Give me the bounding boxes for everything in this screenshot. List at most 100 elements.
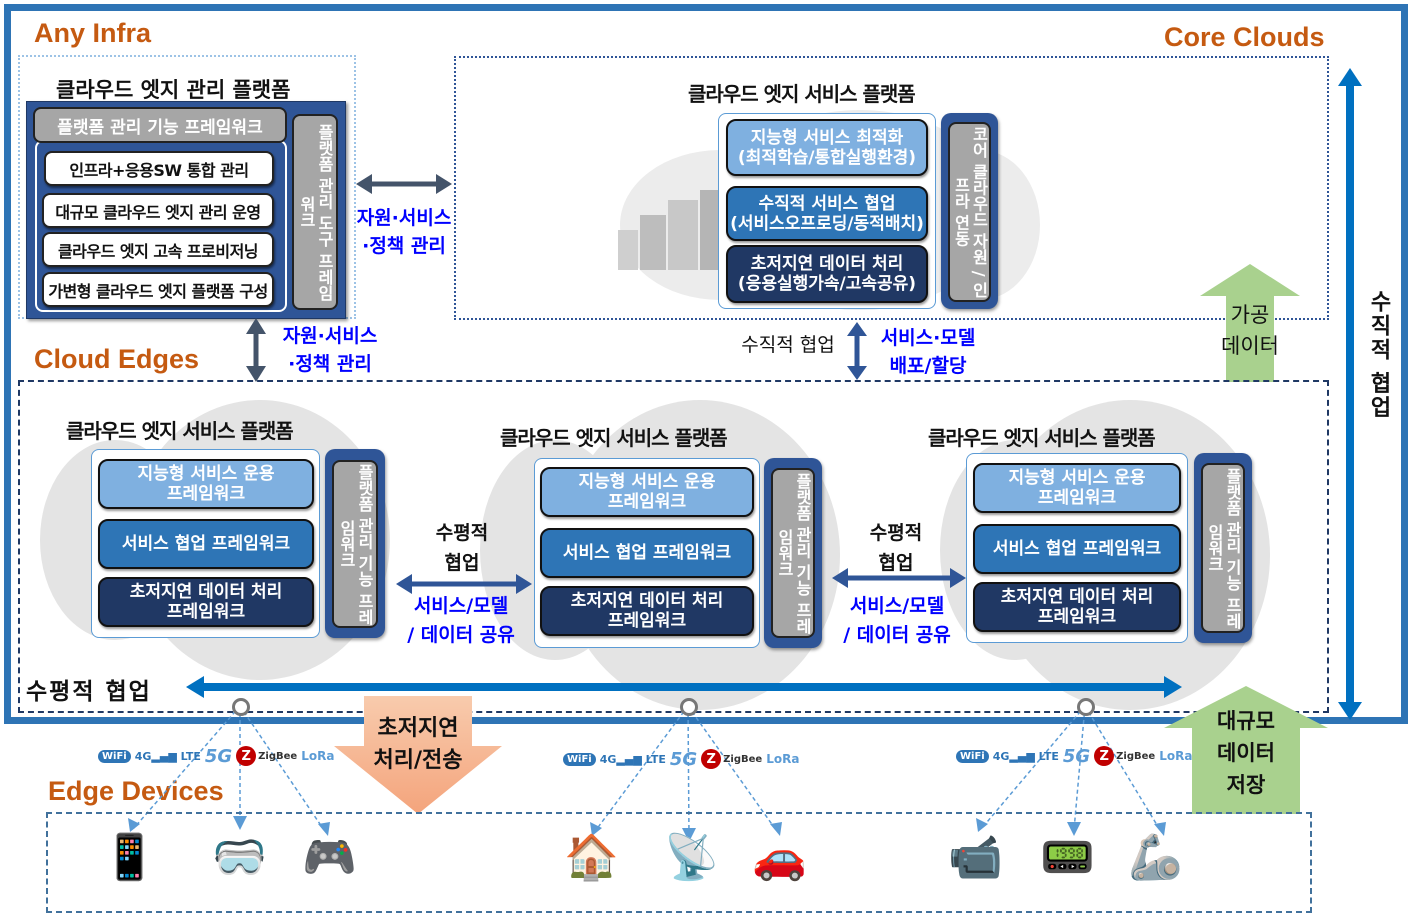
share-2a: 서비스/모델: [849, 595, 945, 617]
layer-line: 수직적 서비스 협업: [758, 193, 896, 214]
4g-text: 4G: [134, 749, 152, 763]
share-2b: / 데이터 공유: [843, 624, 951, 646]
cctv-camera-icon: 📹: [948, 832, 1003, 883]
edge-platform-3-title: 클라우드 엣지 서비스 플랫폼: [928, 426, 1156, 450]
zigbee-text: ZigBee: [258, 750, 298, 762]
layer-line: 프레임워크: [607, 611, 687, 631]
mgmt-core-label-1: 자원·서비스: [356, 207, 452, 229]
horizontal-arrow-2: [832, 568, 966, 588]
section-title-any-infra: Any Infra: [34, 18, 152, 48]
zigbee-logo: Z: [236, 746, 257, 766]
edge-3-layer-low-latency: 초저지연 데이터 처리 프레임워크: [973, 582, 1181, 632]
processed-data-label-2: 데이터: [1221, 334, 1279, 358]
lte-text: LTE: [1038, 749, 1059, 763]
5g-icon: 5G: [669, 748, 698, 770]
edge-2-layer-low-latency: 초저지연 데이터 처리 프레임워크: [540, 586, 754, 636]
vertical-collaboration-label: 수직적 협업: [1366, 290, 1391, 420]
mgmt-item-integrated: 인프라+응용SW 통합 관리: [44, 151, 274, 186]
mgmt-item-operation: 대규모 클라우드 엣지 관리 운영: [42, 193, 274, 228]
game-console-icon: 🎮: [302, 832, 357, 883]
layer-line: 초저지연 데이터 처리: [750, 254, 904, 274]
core-cloud-resource-link: 코어 클라우드 자원 / 인프라 연동: [948, 122, 991, 302]
processed-data-label-1: 가공: [1230, 303, 1270, 327]
section-title-cloud-edges: Cloud Edges: [34, 344, 200, 374]
horizontal-collab-1a: 수평적: [435, 522, 489, 544]
zigbee-text: ZigBee: [723, 753, 763, 765]
layer-line: 지능형 서비스 운용: [137, 464, 275, 484]
layer-line: 지능형 서비스 운용: [1008, 468, 1146, 488]
core-layer-vertical-collaboration: 수직적 서비스 협업 (서비스오프로딩/동적배치): [726, 186, 928, 241]
edge-3-layer-collaboration: 서비스 협업 프레임워크: [973, 524, 1181, 574]
hub-node-1: [232, 698, 250, 716]
edge-platform-1-title: 클라우드 엣지 서비스 플랫폼: [66, 419, 294, 443]
connected-cars-icon: 🚗: [752, 832, 807, 883]
lte-icon: 4G▂▄▆ LTE: [599, 752, 666, 766]
edge-2-layer-collaboration: 서비스 협업 프레임워크: [540, 528, 754, 578]
management-platform-title: 클라우드 엣지 관리 플랫폼: [56, 78, 291, 102]
mgmt-core-label-2: ·정책 관리: [362, 235, 446, 257]
4g-text: 4G: [992, 749, 1010, 763]
hub-node-3: [1077, 698, 1095, 716]
lte-text: LTE: [645, 752, 666, 766]
share-1a: 서비스/모델: [413, 595, 509, 617]
vr-headset-icon: 🥽: [212, 832, 267, 883]
layer-line: 프레임워크: [607, 492, 687, 512]
edge-3-mgmt-framework: 플랫폼 관리 기능 프레임워크: [1201, 463, 1245, 633]
layer-line: 서비스 협업 프레임워크: [992, 539, 1162, 559]
lora-icon: LoRa: [301, 749, 335, 763]
edge-3-layer-intelligent: 지능형 서비스 운용 프레임워크: [973, 463, 1181, 513]
lora-icon: LoRa: [766, 752, 800, 766]
share-1b: / 데이터 공유: [407, 624, 515, 646]
wifi-icon: WiFi: [98, 749, 131, 763]
section-title-core-clouds: Core Clouds: [1164, 22, 1325, 52]
protocol-strip-2: WiFi 4G▂▄▆ LTE 5G Z ZigBee LoRa: [563, 746, 799, 772]
core-edge-arrow: [847, 322, 867, 380]
mgmt-item-provisioning: 클라우드 엣지 고속 프로비저닝: [42, 232, 274, 267]
core-layer-intelligent-optimization: 지능형 서비스 최적화 (최적학습/통합실행환경): [726, 119, 928, 176]
layer-line: 프레임워크: [1037, 488, 1117, 508]
wifi-icon: WiFi: [956, 749, 989, 763]
mgmt-item-variable-config: 가변형 클라우드 엣지 플랫폼 구성: [42, 272, 274, 307]
hub-node-2: [680, 698, 698, 716]
layer-line: 서비스 협업 프레임워크: [121, 534, 291, 554]
layer-line: 프레임워크: [166, 602, 246, 622]
layer-line: (최적학습/통합실행환경): [737, 147, 917, 168]
robot-sensor-icon: 📡: [664, 832, 719, 883]
layer-line: 지능형 서비스 최적화: [750, 127, 904, 148]
edge-platform-2-title: 클라우드 엣지 서비스 플랫폼: [500, 426, 728, 450]
layer-line: 초저지연 데이터 처리: [129, 582, 283, 602]
edge-1-layer-intelligent: 지능형 서비스 운용 프레임워크: [98, 459, 314, 509]
lte-text: LTE: [180, 749, 201, 763]
5g-icon: 5G: [1062, 745, 1091, 767]
platform-management-framework-header: 플랫폼 관리 기능 프레임워크: [33, 107, 287, 143]
smart-home-icon: 🏠: [564, 832, 619, 883]
edge-2-mgmt-framework: 플랫폼 관리 기능 프레임워크: [771, 468, 815, 638]
4g-text: 4G: [599, 752, 617, 766]
mgmt-edge-arrow: [246, 318, 266, 382]
edge-1-mgmt-framework: 플랫폼 관리 기능 프레임워크: [332, 460, 378, 628]
mgmt-edge-label-1: 자원·서비스: [282, 325, 378, 347]
core-layer-low-latency: 초저지연 데이터 처리 (응용실행가속/고속공유): [726, 245, 928, 303]
mgmt-core-arrow: [356, 174, 452, 194]
lora-icon: LoRa: [1159, 749, 1193, 763]
horizontal-collab-2a: 수평적: [869, 522, 923, 544]
mgmt-edge-label-2: ·정책 관리: [288, 353, 372, 375]
layer-line: 프레임워크: [1037, 607, 1117, 627]
lte-icon: 4G▂▄▆ LTE: [134, 749, 201, 763]
layer-line: 서비스 협업 프레임워크: [562, 543, 732, 563]
vertical-collab-label: 수직적 협업: [741, 334, 835, 356]
wifi-icon: WiFi: [563, 752, 596, 766]
layer-line: (응용실행가속/고속공유): [737, 274, 917, 294]
zigbee-icon: Z ZigBee: [1094, 746, 1155, 766]
layer-line: 프레임워크: [166, 484, 246, 504]
vertical-collaboration-arrow: [1338, 68, 1362, 720]
5g-icon: 5G: [204, 745, 233, 767]
zigbee-icon: Z ZigBee: [236, 746, 297, 766]
deploy-label-2: 배포/할당: [889, 355, 967, 377]
tablet-icon: 📟: [1040, 832, 1095, 883]
zigbee-logo: Z: [701, 749, 722, 769]
zigbee-text: ZigBee: [1116, 750, 1156, 762]
lte-icon: 4G▂▄▆ LTE: [992, 749, 1059, 763]
deploy-label-1: 서비스·모델: [880, 327, 976, 349]
layer-line: (서비스오프로딩/동적배치): [730, 213, 924, 234]
